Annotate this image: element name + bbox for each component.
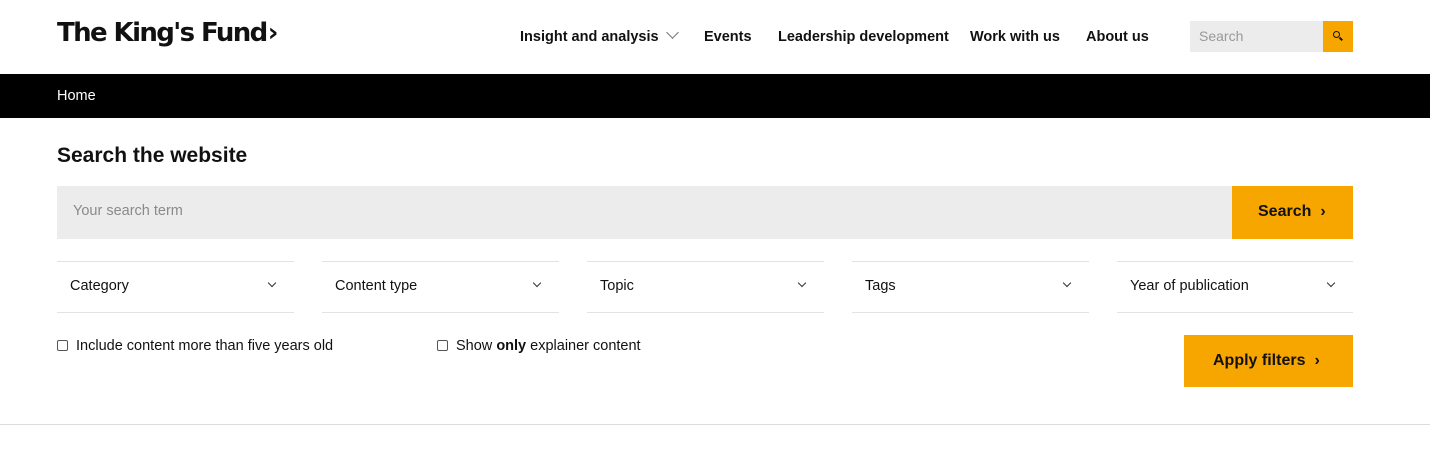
filter-content-type[interactable]: Content type xyxy=(322,261,559,313)
chevron-down-icon xyxy=(797,278,807,288)
apply-filters-button[interactable]: Apply filters › xyxy=(1184,335,1353,387)
search-button-label: Search xyxy=(1258,203,1312,220)
chevron-down-icon xyxy=(1326,278,1336,288)
nav-leadership-development[interactable]: Leadership development xyxy=(778,27,949,47)
checkbox-explainer-only[interactable]: Show only explainer content xyxy=(437,337,641,355)
nav-insight-and-analysis[interactable]: Insight and analysis xyxy=(520,26,679,47)
search-icon xyxy=(1333,31,1340,38)
logo-text: The King's Fund xyxy=(57,18,268,48)
nav-about-us[interactable]: About us xyxy=(1086,27,1149,47)
chevron-right-icon: › xyxy=(1320,203,1326,220)
filter-label: Year of publication xyxy=(1130,278,1249,294)
breadcrumb-bar: Home xyxy=(0,74,1430,118)
chevron-down-icon xyxy=(532,278,542,288)
checkbox-label-bold: only xyxy=(496,338,527,354)
search-input[interactable]: Your search term xyxy=(57,186,1232,239)
chevron-down-icon xyxy=(665,26,679,39)
header-search-input[interactable]: Search xyxy=(1190,21,1323,52)
checkbox-label-pre: Show xyxy=(456,338,497,354)
chevron-down-icon xyxy=(267,278,277,288)
nav-work-with-us[interactable]: Work with us xyxy=(970,27,1060,47)
checkbox[interactable] xyxy=(57,340,68,351)
filter-category[interactable]: Category xyxy=(57,261,294,313)
header-search-button[interactable] xyxy=(1323,21,1353,52)
filter-year-of-publication[interactable]: Year of publication xyxy=(1117,261,1353,313)
checkbox-label-post: explainer content xyxy=(526,338,641,354)
chevron-down-icon xyxy=(1062,278,1072,288)
filter-label: Category xyxy=(70,278,129,294)
logo[interactable]: The King's Fund› xyxy=(57,17,278,49)
nav-insight-label: Insight and analysis xyxy=(520,29,659,45)
checkbox-include-old-content[interactable]: Include content more than five years old xyxy=(57,337,333,355)
nav-events[interactable]: Events xyxy=(704,27,752,47)
divider xyxy=(0,424,1430,425)
apply-filters-label: Apply filters xyxy=(1213,352,1306,369)
site-header: The King's Fund› Insight and analysis Ev… xyxy=(0,0,1430,74)
page-title: Search the website xyxy=(57,144,248,167)
logo-chevron-icon: › xyxy=(267,18,279,48)
filter-tags[interactable]: Tags xyxy=(852,261,1089,313)
chevron-right-icon: › xyxy=(1314,352,1320,369)
filter-label: Content type xyxy=(335,278,418,294)
filter-label: Topic xyxy=(600,278,634,294)
checkbox[interactable] xyxy=(437,340,448,351)
filter-label: Tags xyxy=(865,278,896,294)
checkbox-label: Include content more than five years old xyxy=(76,338,334,354)
search-button[interactable]: Search › xyxy=(1232,186,1353,239)
breadcrumb-home[interactable]: Home xyxy=(57,87,96,105)
filter-topic[interactable]: Topic xyxy=(587,261,824,313)
